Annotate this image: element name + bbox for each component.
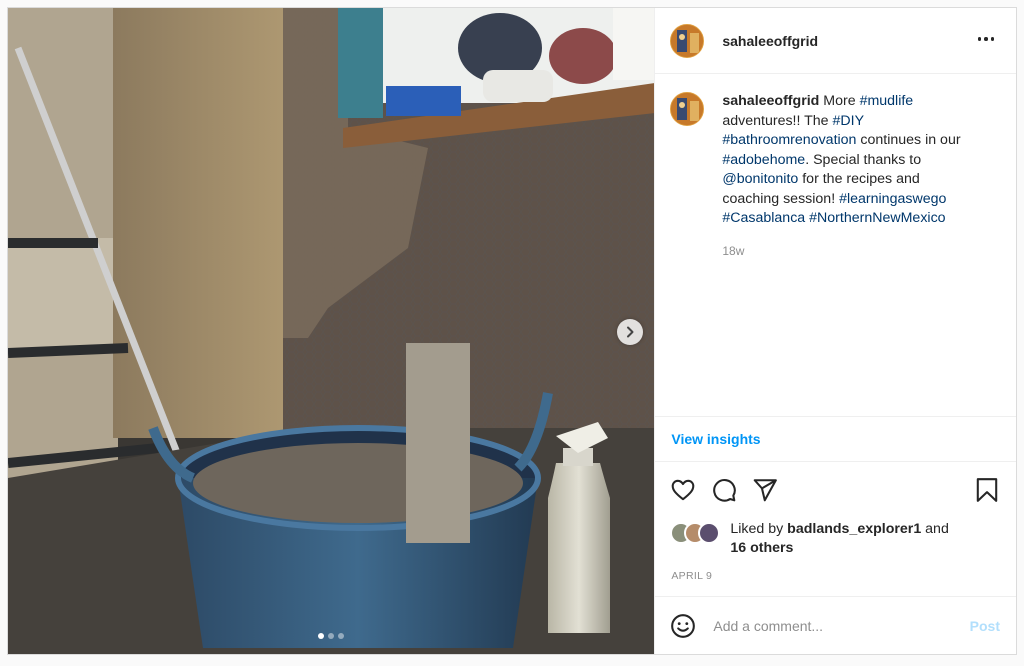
hashtag-link[interactable]: #Casablanca xyxy=(722,210,805,226)
hashtag-link[interactable]: #learningaswego xyxy=(839,191,946,207)
likes-row: Liked by badlands_explorer1 and 16 others xyxy=(670,520,1000,558)
caption-text: sahaleeoffgrid More #mudlife adventures!… xyxy=(722,92,974,229)
caption-username[interactable]: sahaleeoffgrid xyxy=(722,93,819,109)
avatar[interactable] xyxy=(670,23,705,58)
share-icon xyxy=(754,479,778,502)
carousel-next-button[interactable] xyxy=(617,319,643,345)
comment-input[interactable] xyxy=(713,617,970,634)
action-bar xyxy=(670,473,1000,507)
post-header: sahaleeoffgrid xyxy=(655,8,1016,74)
carousel-indicator xyxy=(8,633,654,639)
comment-box: Post xyxy=(655,596,1016,654)
post-media[interactable] xyxy=(8,8,655,654)
post-age[interactable]: 18w xyxy=(722,244,1000,258)
caption-text-segment: . Special thanks to xyxy=(805,151,922,168)
caption-area: sahaleeoffgrid More #mudlife adventures!… xyxy=(655,74,1016,416)
mention-link[interactable]: @bonitonito xyxy=(722,171,798,187)
header-username[interactable]: sahaleeoffgrid xyxy=(722,33,818,49)
carousel-dot xyxy=(338,633,345,639)
avatar xyxy=(698,522,721,544)
hashtag-link[interactable]: #mudlife xyxy=(860,93,914,109)
hashtag-link[interactable]: #DIY xyxy=(833,113,864,129)
post-card: sahaleeoffgrid sahaleeoffgrid More #mudl… xyxy=(7,7,1017,655)
share-button[interactable] xyxy=(752,477,778,503)
bookmark-icon xyxy=(976,478,998,502)
heart-icon xyxy=(672,479,695,501)
caption-row: sahaleeoffgrid More #mudlife adventures!… xyxy=(670,92,1000,229)
liker-username[interactable]: badlands_explorer1 xyxy=(787,521,921,537)
post-side-panel: sahaleeoffgrid sahaleeoffgrid More #mudl… xyxy=(654,8,1016,654)
more-horizontal-icon xyxy=(977,37,981,41)
caption-text-segment: adventures!! The xyxy=(722,112,833,129)
save-button[interactable] xyxy=(974,477,1000,503)
post-date[interactable]: APRIL 9 xyxy=(671,570,712,582)
hashtag-link[interactable]: #NorthernNewMexico xyxy=(809,210,945,226)
emoji-icon xyxy=(671,613,696,638)
caption-text-segment: More xyxy=(819,93,860,109)
comment-icon xyxy=(713,479,737,502)
view-insights-link[interactable]: View insights xyxy=(655,416,1016,462)
hashtag-link[interactable]: #bathroomrenovation xyxy=(722,132,856,148)
likes-text: Liked by badlands_explorer1 and 16 others xyxy=(730,521,949,556)
caption-text-segment: continues in our xyxy=(856,132,961,148)
liker-avatars[interactable] xyxy=(670,522,726,544)
carousel-dot xyxy=(328,633,335,639)
hashtag-link[interactable]: #adobehome xyxy=(722,152,805,168)
post-photo xyxy=(8,8,655,654)
caption-avatar[interactable] xyxy=(670,92,705,126)
likes-others-link[interactable]: 16 others xyxy=(730,540,793,556)
chevron-right-icon xyxy=(627,326,634,338)
carousel-dot-active xyxy=(318,633,325,639)
post-comment-button[interactable]: Post xyxy=(970,618,1000,634)
comment-button[interactable] xyxy=(711,477,737,503)
caption-body: More #mudlife adventures!! The #DIY #bat… xyxy=(722,93,960,226)
emoji-button[interactable] xyxy=(670,613,696,639)
like-button[interactable] xyxy=(670,477,696,503)
more-options-button[interactable] xyxy=(977,33,994,45)
